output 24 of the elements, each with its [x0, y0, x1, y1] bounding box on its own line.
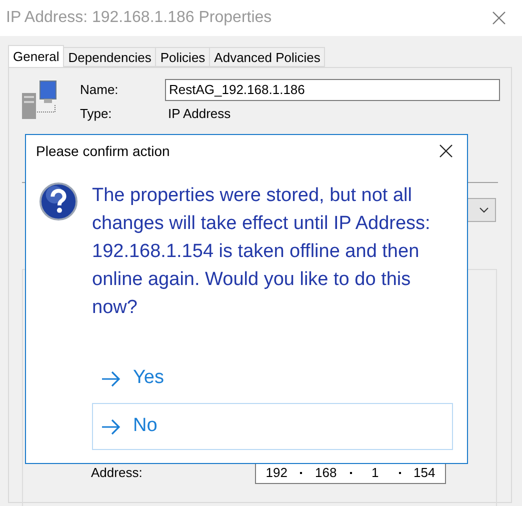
tab[interactable]: Dependencies — [64, 47, 156, 67]
type-label: Type: — [80, 105, 113, 124]
computer-icon — [22, 79, 58, 121]
name-label: Name: — [80, 81, 120, 100]
octet-text: 168 — [314, 465, 338, 480]
name-field[interactable]: RestAG_192.168.1.186 — [165, 79, 500, 101]
question-icon — [39, 182, 78, 221]
dialog-message: The properties were stored, but not all changes will take effect until IP Address: 192.168.1.154 is taken offline and then online again. Would you like to do this now? — [92, 184, 432, 320]
close-icon[interactable] — [439, 144, 453, 158]
octet-text: 154 — [412, 465, 436, 480]
type-value: IP Address — [168, 105, 231, 124]
octet-text: 192 — [264, 465, 288, 480]
arrow-icon — [101, 370, 121, 386]
dialog-title: Please confirm action — [36, 142, 170, 160]
chevron-icon — [479, 207, 489, 213]
command-link[interactable]: No — [92, 403, 453, 450]
arrow-icon — [101, 418, 121, 434]
octet-text: 1 — [370, 465, 380, 480]
address-label: Address: — [91, 465, 144, 480]
tab[interactable]: Advanced Policies — [210, 47, 326, 67]
tab[interactable]: General — [8, 45, 64, 68]
tab[interactable]: Policies — [156, 47, 210, 67]
window-title: IP Address: 192.168.1.186 Properties — [6, 8, 272, 28]
command-link[interactable]: Yes — [92, 355, 453, 402]
